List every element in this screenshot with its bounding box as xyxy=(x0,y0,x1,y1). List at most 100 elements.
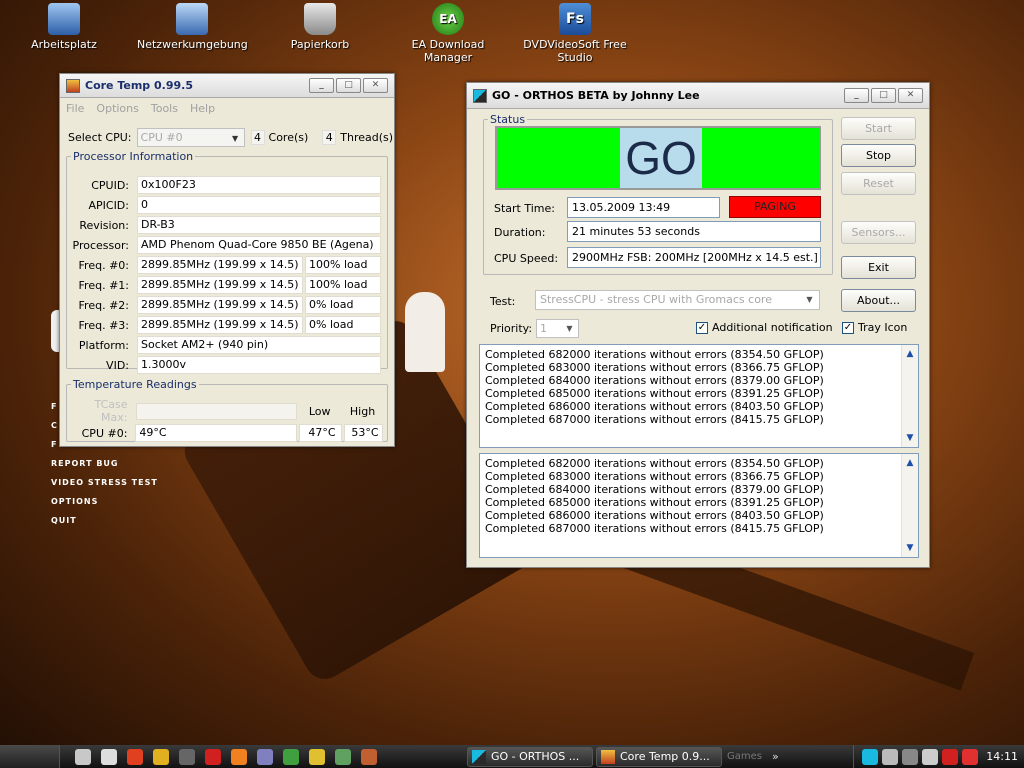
quicklaunch-icon[interactable] xyxy=(205,748,221,765)
duration-label: Duration: xyxy=(494,226,546,239)
desktop-icon-papierkorb[interactable]: Papierkorb xyxy=(265,3,375,51)
game-menu-quit[interactable]: QUIT xyxy=(51,511,158,530)
taskbar: GO - ORTHOS ... Core Temp 0.9... Games »… xyxy=(0,745,1024,768)
select-cpu-dropdown[interactable]: CPU #0 ▼ xyxy=(136,127,245,147)
stop-button[interactable]: Stop xyxy=(841,144,916,167)
tray-icon[interactable] xyxy=(902,748,919,765)
minimize-button[interactable]: _ xyxy=(309,78,334,93)
scroll-up-icon[interactable]: ▲ xyxy=(905,458,915,468)
info-value: 2899.85MHz (199.99 x 14.5) xyxy=(137,316,303,334)
quicklaunch-icon[interactable] xyxy=(231,748,247,765)
orthos-title: GO - ORTHOS BETA by Johnny Lee xyxy=(492,89,700,102)
scroll-up-icon[interactable]: ▲ xyxy=(905,349,915,359)
test-label: Test: xyxy=(490,295,516,308)
desktop-icon-ea-download-manager[interactable]: EA EA Download Manager xyxy=(392,3,504,64)
info-label: VID: xyxy=(106,358,129,372)
test-dropdown[interactable]: StressCPU - stress CPU with Gromacs core… xyxy=(535,290,820,310)
tray-icon-checkbox[interactable]: ✓ Tray Icon xyxy=(842,321,907,334)
quicklaunch-icon[interactable] xyxy=(127,748,143,765)
minimize-button[interactable]: _ xyxy=(844,88,869,103)
info-value: 2899.85MHz (199.99 x 14.5) xyxy=(137,276,303,294)
quicklaunch-icon[interactable] xyxy=(153,748,169,765)
quicklaunch-icon[interactable] xyxy=(283,748,299,765)
tray-icon[interactable] xyxy=(882,748,899,765)
close-button[interactable]: ✕ xyxy=(898,88,923,103)
start-button-orb[interactable] xyxy=(0,745,60,768)
game-menu-options[interactable]: OPTIONS xyxy=(51,492,158,511)
processor-info-row: CPUID: 0x100F23 xyxy=(71,175,383,195)
core-load-value: 100% load xyxy=(305,256,381,274)
quicklaunch-icon[interactable] xyxy=(309,748,325,765)
processor-info-row: Freq. #2: 2899.85MHz (199.99 x 14.5) 0% lo… xyxy=(71,295,383,315)
quicklaunch-icon[interactable] xyxy=(361,748,377,765)
taskbar-task-orthos[interactable]: GO - ORTHOS ... xyxy=(467,746,593,767)
chevron-right-icon[interactable]: » xyxy=(772,750,779,763)
menu-file[interactable]: File xyxy=(66,102,84,115)
ea-logo-icon: EA xyxy=(432,3,464,35)
log-line: Completed 683000 iterations without erro… xyxy=(485,361,824,374)
quicklaunch-icon[interactable] xyxy=(75,748,91,765)
desktop-icon-dvdvideosoft[interactable]: Fs DVDVideoSoft Free Studio xyxy=(510,3,640,64)
tray-icon[interactable] xyxy=(862,748,879,765)
ati-icon[interactable] xyxy=(942,748,959,765)
start-button[interactable]: Start xyxy=(841,117,916,140)
orthos-titlebar[interactable]: GO - ORTHOS BETA by Johnny Lee _ □ ✕ xyxy=(467,83,929,109)
go-status-panel: GO xyxy=(495,126,821,190)
fs-logo-icon: Fs xyxy=(559,3,591,35)
menu-options[interactable]: Options xyxy=(96,102,138,115)
priority-label: Priority: xyxy=(490,322,533,335)
game-menu-report-bug[interactable]: REPORT BUG xyxy=(51,454,158,473)
processor-info-row: APICID: 0 xyxy=(71,195,383,215)
log-area-2[interactable]: Completed 682000 iterations without erro… xyxy=(479,453,919,558)
log-area-1[interactable]: Completed 682000 iterations without erro… xyxy=(479,344,919,448)
taskbar-games-toolbar[interactable]: Games xyxy=(727,751,762,762)
info-value: Socket AM2+ (940 pin) xyxy=(137,336,381,354)
info-label: CPUID: xyxy=(91,178,129,192)
info-value: 2899.85MHz (199.99 x 14.5) xyxy=(137,296,303,314)
recycle-bin-icon xyxy=(304,3,336,35)
info-value: DR-B3 xyxy=(137,216,381,234)
menu-help[interactable]: Help xyxy=(190,102,215,115)
log1-scrollbar[interactable]: ▲ ▼ xyxy=(901,345,918,447)
sensors-button[interactable]: Sensors... xyxy=(841,221,916,244)
taskbar-task-coretemp[interactable]: Core Temp 0.9... xyxy=(596,746,722,767)
quicklaunch-icon[interactable] xyxy=(257,748,273,765)
processor-info-row: Freq. #1: 2899.85MHz (199.99 x 14.5) 100% … xyxy=(71,275,383,295)
maximize-button[interactable]: □ xyxy=(871,88,896,103)
antivir-icon[interactable] xyxy=(962,748,979,765)
quicklaunch-icon[interactable] xyxy=(335,748,351,765)
desktop-icon-netzwerkumgebung[interactable]: Netzwerkumgebung xyxy=(137,3,248,51)
additional-notification-checkbox[interactable]: ✓ Additional notification xyxy=(696,321,833,334)
log-line: Completed 684000 iterations without erro… xyxy=(485,374,824,387)
priority-dropdown[interactable]: 1 ▼ xyxy=(536,319,579,338)
cpu-speed-value: 2900MHz FSB: 200MHz [200MHz x 14.5 est.] xyxy=(567,247,821,268)
duration-value: 21 minutes 53 seconds xyxy=(567,221,821,242)
exit-button[interactable]: Exit xyxy=(841,256,916,279)
desktop-icon-arbeitsplatz[interactable]: Arbeitsplatz xyxy=(9,3,119,51)
info-label: Processor: xyxy=(72,238,130,252)
quicklaunch-icon[interactable] xyxy=(101,748,117,765)
quicklaunch-icon[interactable] xyxy=(179,748,195,765)
maximize-button[interactable]: □ xyxy=(336,78,361,93)
select-cpu-row: Select CPU: CPU #0 ▼ 4 Core(s) 4 Thread(… xyxy=(68,127,393,147)
log2-scrollbar[interactable]: ▲ ▼ xyxy=(901,454,918,557)
menu-tools[interactable]: Tools xyxy=(151,102,178,115)
taskbar-clock[interactable]: 14:11 xyxy=(986,750,1018,763)
close-button[interactable]: ✕ xyxy=(363,78,388,93)
reset-button[interactable]: Reset xyxy=(841,172,916,195)
scroll-down-icon[interactable]: ▼ xyxy=(905,433,915,443)
processor-info-row: Freq. #0: 2899.85MHz (199.99 x 14.5) 100% … xyxy=(71,255,383,275)
scroll-down-icon[interactable]: ▼ xyxy=(905,543,915,553)
core-load-value: 0% load xyxy=(305,296,381,314)
orthos-window: GO - ORTHOS BETA by Johnny Lee _ □ ✕ Sta… xyxy=(466,82,930,568)
log-line: Completed 685000 iterations without erro… xyxy=(485,496,824,509)
tcase-max-label: TCase Max: xyxy=(94,398,128,424)
checkbox-checked-icon: ✓ xyxy=(696,322,708,334)
system-tray: 14:11 xyxy=(853,745,1024,768)
about-button[interactable]: About... xyxy=(841,289,916,312)
info-label: Freq. #2: xyxy=(78,298,129,312)
chevron-down-icon: ▼ xyxy=(806,295,813,304)
coretemp-titlebar[interactable]: Core Temp 0.99.5 _ □ ✕ xyxy=(60,74,394,98)
game-menu-video-stress-test[interactable]: VIDEO STRESS TEST xyxy=(51,473,158,492)
volume-icon[interactable] xyxy=(922,748,939,765)
